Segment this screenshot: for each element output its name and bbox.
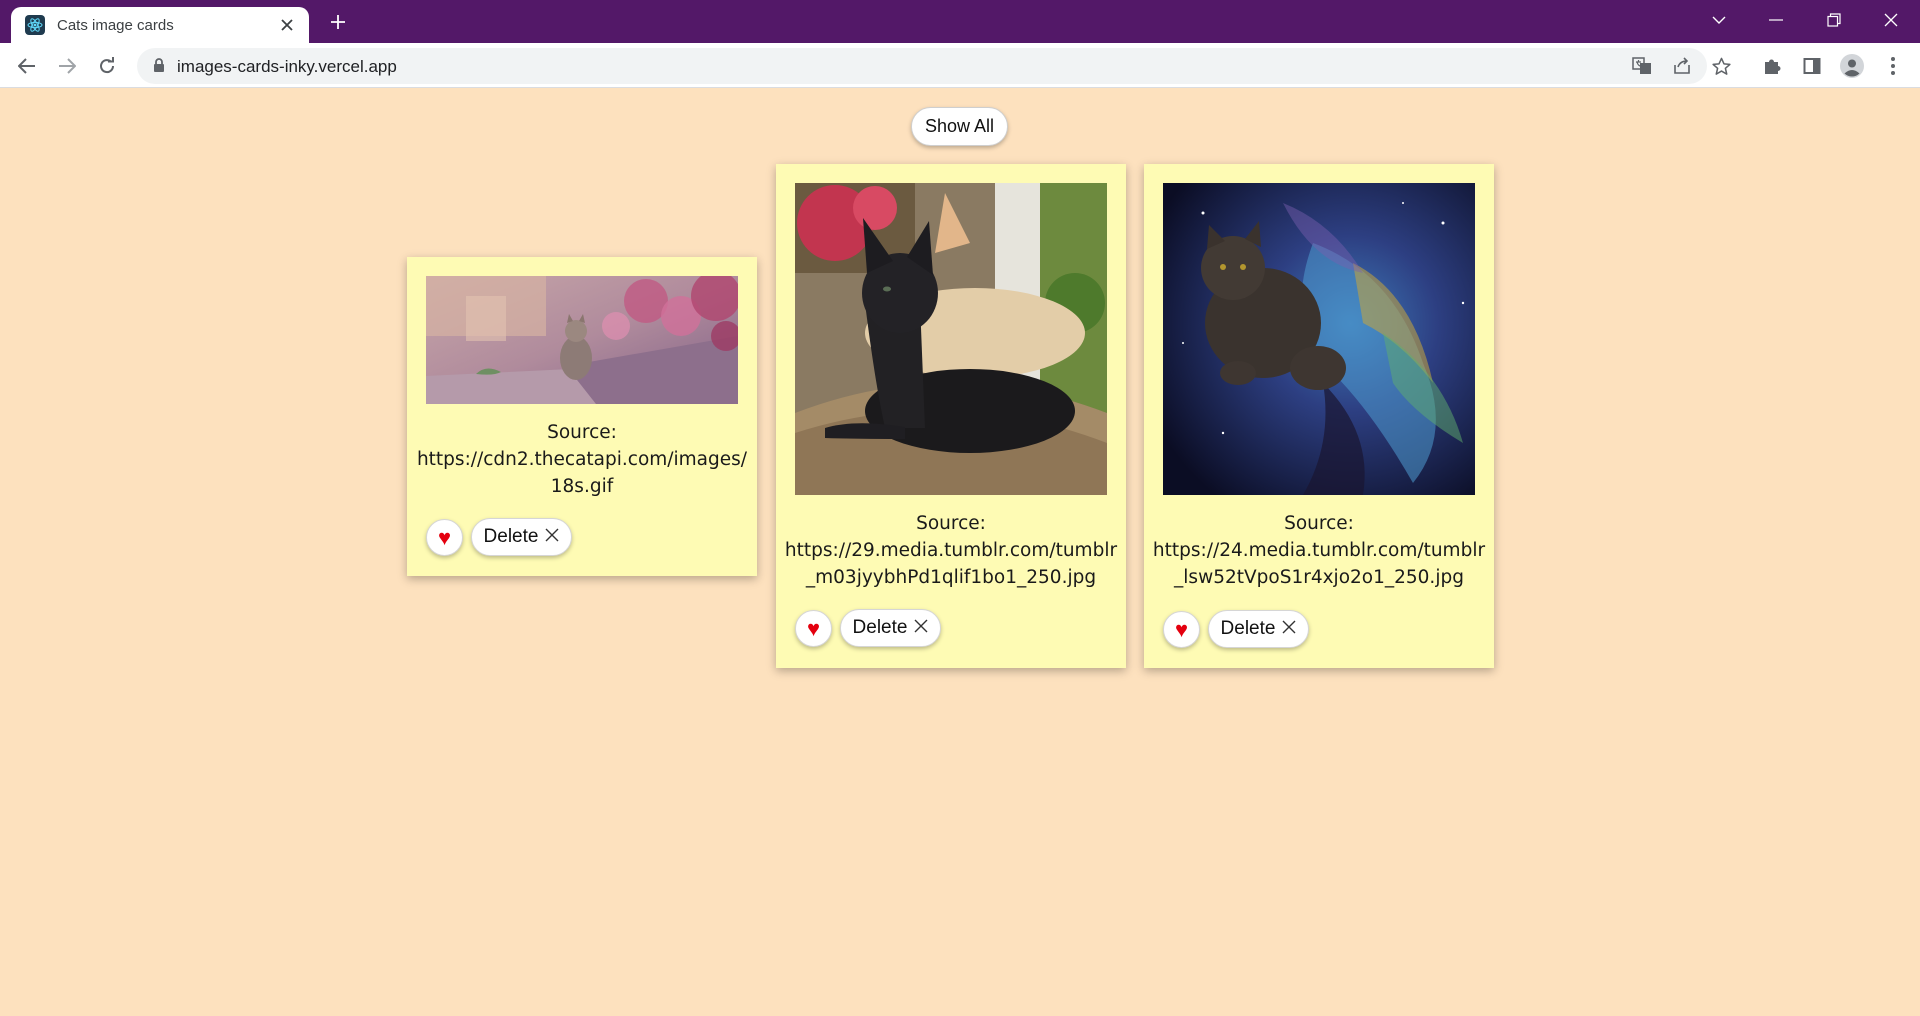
lock-icon[interactable]	[153, 58, 165, 78]
extensions-puzzle-icon[interactable]	[1755, 49, 1789, 83]
delete-button[interactable]: Delete	[471, 518, 572, 556]
bookmark-star-icon[interactable]	[1704, 49, 1738, 83]
like-button[interactable]: ♥	[1163, 611, 1200, 648]
menu-kebab-icon[interactable]	[1876, 49, 1910, 83]
close-x-icon	[545, 528, 559, 547]
side-panel-icon[interactable]	[1795, 49, 1829, 83]
new-tab-icon[interactable]	[322, 6, 354, 38]
delete-label: Delete	[852, 617, 908, 638]
delete-button[interactable]: Delete	[840, 609, 941, 647]
browser-tab[interactable]: Cats image cards	[11, 7, 309, 43]
image-card: Source: https://24.media.tumblr.com/tumb…	[1144, 164, 1494, 668]
source-url: https://24.media.tumblr.com/tumblr_lsw52…	[1152, 540, 1486, 588]
delete-button[interactable]: Delete	[1208, 610, 1309, 648]
source-url: https://29.media.tumblr.com/tumblr_m03jy…	[784, 540, 1118, 588]
source-label: Source:	[547, 422, 617, 443]
close-tab-icon[interactable]	[274, 12, 300, 38]
restore-icon[interactable]	[1806, 0, 1862, 40]
heart-icon: ♥	[437, 524, 452, 550]
tab-search-chevron-icon[interactable]	[1691, 0, 1747, 40]
close-window-icon[interactable]	[1863, 0, 1919, 40]
image-card: Source: https://29.media.tumblr.com/tumb…	[776, 164, 1126, 668]
cat-image-space-nebula	[1163, 183, 1475, 495]
address-bar[interactable]: images-cards-inky.vercel.app	[137, 48, 1707, 84]
delete-label: Delete	[483, 526, 539, 547]
browser-title-bar: Cats image cards	[0, 0, 1920, 43]
delete-label: Delete	[1220, 618, 1276, 639]
cat-image-kitten-on-street	[426, 276, 738, 404]
translate-icon[interactable]	[1627, 51, 1657, 81]
profile-avatar-icon[interactable]	[1835, 49, 1869, 83]
heart-icon: ♥	[1174, 616, 1189, 642]
browser-toolbar: images-cards-inky.vercel.app	[0, 43, 1920, 88]
image-source-text: Source: https://24.media.tumblr.com/tumb…	[1152, 510, 1486, 591]
source-url: https://cdn2.thecatapi.com/images/18s.gi…	[416, 449, 748, 497]
source-label: Source:	[1284, 513, 1354, 534]
url-text[interactable]: images-cards-inky.vercel.app	[177, 57, 397, 77]
close-x-icon	[914, 619, 928, 638]
image-source-text: Source: https://cdn2.thecatapi.com/image…	[415, 419, 749, 500]
reload-icon[interactable]	[90, 49, 124, 83]
show-all-button[interactable]: Show All	[911, 107, 1008, 146]
image-card: Source: https://cdn2.thecatapi.com/image…	[407, 257, 757, 576]
source-label: Source:	[916, 513, 986, 534]
like-button[interactable]: ♥	[795, 610, 832, 647]
tab-title: Cats image cards	[57, 16, 174, 34]
heart-icon: ♥	[806, 615, 821, 641]
close-x-icon	[1282, 620, 1296, 639]
like-button[interactable]: ♥	[426, 519, 463, 556]
forward-arrow-icon[interactable]	[50, 49, 84, 83]
react-favicon-icon	[25, 15, 45, 35]
cat-image-black-kitten	[795, 183, 1107, 495]
image-source-text: Source: https://29.media.tumblr.com/tumb…	[784, 510, 1118, 591]
minimize-icon[interactable]	[1748, 0, 1804, 40]
share-icon[interactable]	[1667, 51, 1697, 81]
back-arrow-icon[interactable]	[10, 49, 44, 83]
